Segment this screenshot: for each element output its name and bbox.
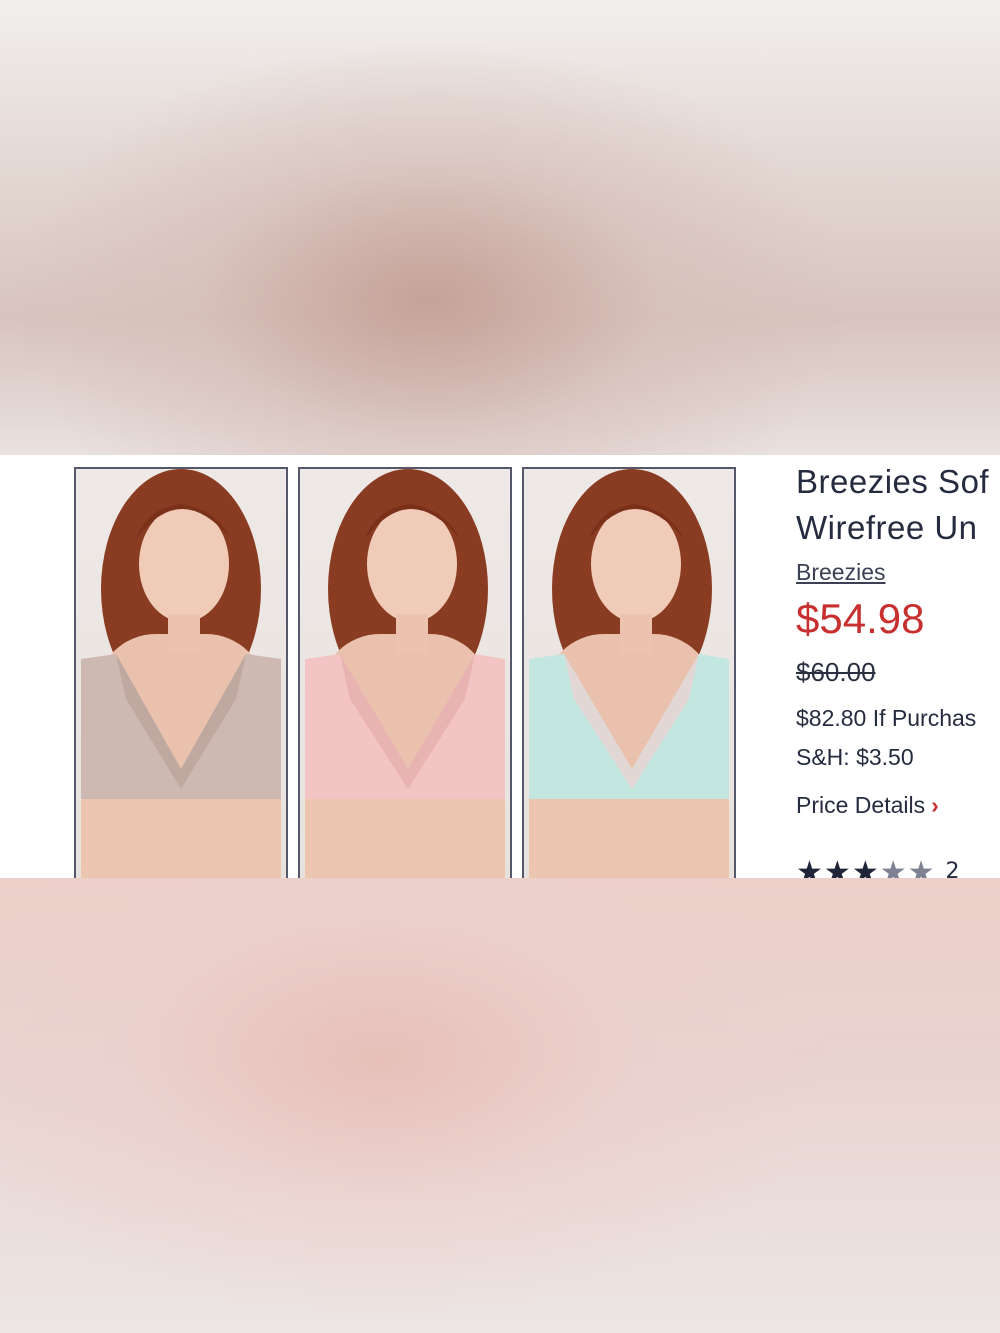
product-title-line-2: Wirefree Un	[796, 509, 978, 546]
shipping-cost: S&H: $3.50	[796, 744, 914, 770]
easy-pay-price: $82.80 If Purchas	[796, 705, 977, 731]
sale-price: $54.98	[796, 595, 925, 642]
blurred-background-bottom	[0, 878, 1000, 1333]
original-price: $60.00	[796, 657, 876, 687]
star-rating[interactable]: ★★★★★ 2	[796, 855, 960, 879]
star-icon: ★	[851, 855, 879, 879]
product-title[interactable]: Breezies Sof Wirefree Un	[796, 459, 989, 551]
stars-container: ★★★★★	[796, 855, 936, 879]
review-count: 2	[945, 859, 960, 878]
model-illustration	[81, 469, 281, 878]
product-screenshot-strip: Breezies Sof Wirefree Un Breezies $54.98…	[0, 455, 1000, 878]
star-icon: ★	[907, 855, 935, 879]
model-illustration	[529, 469, 729, 878]
product-title-line-1: Breezies Sof	[796, 463, 990, 500]
product-info-panel: Breezies Sof Wirefree Un Breezies $54.98…	[796, 455, 1000, 878]
price-details-link[interactable]: Price Details ›	[796, 792, 939, 819]
star-icon: ★	[823, 855, 851, 879]
blurred-background-top	[0, 0, 1000, 455]
chevron-right-icon: ›	[931, 792, 939, 818]
product-photo-mint[interactable]	[522, 467, 736, 878]
price-details-label: Price Details	[796, 792, 926, 818]
model-illustration	[305, 469, 505, 878]
brand-link[interactable]: Breezies	[796, 559, 885, 586]
star-icon: ★	[879, 855, 907, 879]
star-icon: ★	[796, 855, 823, 879]
product-photo-taupe[interactable]	[74, 467, 288, 878]
product-photo-pink[interactable]	[298, 467, 512, 878]
